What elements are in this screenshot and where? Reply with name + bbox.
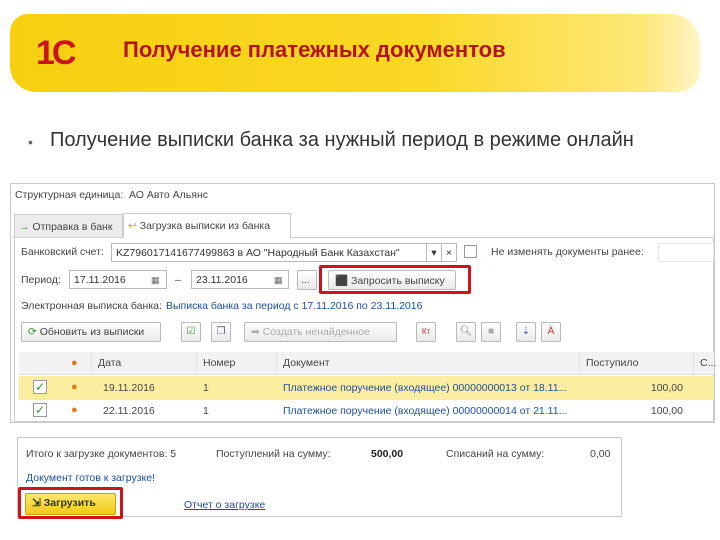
- arrow-icon: →: [19, 221, 30, 233]
- no-change-checkbox[interactable]: [464, 245, 477, 258]
- total-label: Итого к загрузке документов: 5: [26, 448, 177, 460]
- bullet-icon: •: [28, 134, 33, 150]
- row-amount: 100,00: [650, 405, 683, 417]
- table-row[interactable]: ✓ ● 22.11.2016 1 Платежное поручение (вх…: [19, 400, 714, 422]
- table-row[interactable]: ✓ ● 19.11.2016 1 Платежное поручение (вх…: [19, 376, 714, 400]
- footer-screenshot: Итого к загрузке документов: 5 Поступлен…: [17, 437, 622, 519]
- period-select-button[interactable]: ...: [297, 270, 317, 290]
- report-link[interactable]: Отчет о загрузке: [184, 499, 265, 511]
- request-icon: ⬛: [335, 275, 349, 287]
- copy-icon[interactable]: ❐: [211, 322, 231, 342]
- load-icon: ⇲: [32, 497, 41, 509]
- refresh-button[interactable]: ⟳ Обновить из выписки: [21, 322, 161, 342]
- column-received[interactable]: Поступило: [579, 352, 693, 375]
- load-button[interactable]: ⇲ Загрузить: [25, 493, 116, 515]
- dt-kt-icon[interactable]: Кт: [416, 322, 436, 342]
- period-dash: –: [175, 274, 181, 286]
- row-date: 22.11.2016: [103, 405, 155, 417]
- sort-menu-icon[interactable]: Ä: [541, 322, 561, 342]
- importance-icon: ●: [71, 404, 78, 416]
- outcome-value: 0,00: [590, 448, 611, 460]
- account-field[interactable]: KZ796017141677499863 в АО "Народный Банк…: [111, 243, 427, 262]
- estatement-label: Электронная выписка банка:: [21, 300, 162, 312]
- row-amount: 100,00: [650, 382, 683, 394]
- check-all-icon[interactable]: ☑: [181, 322, 201, 342]
- request-statement-button[interactable]: ⬛ Запросить выписку: [328, 270, 456, 290]
- calendar-icon[interactable]: ▦: [274, 275, 283, 286]
- row-number: 1: [203, 405, 209, 417]
- calendar-icon[interactable]: ▦: [151, 275, 160, 286]
- search-clear-icon[interactable]: ■: [481, 322, 501, 342]
- row-number: 1: [203, 382, 209, 394]
- create-missing-button[interactable]: ➡ Создать ненайденное: [244, 322, 397, 342]
- column-document[interactable]: Документ: [276, 352, 579, 375]
- sort-icon[interactable]: ⇣: [516, 322, 536, 342]
- refresh-icon: ⟳: [28, 326, 37, 338]
- arrow-icon: ↩: [128, 220, 137, 232]
- search-icon[interactable]: 🔍︎: [456, 322, 476, 342]
- row-date: 19.11.2016: [103, 382, 155, 394]
- no-change-label: Не изменять документы ранее:: [491, 246, 644, 258]
- row-document-link[interactable]: Платежное поручение (входящее) 000000000…: [283, 382, 567, 394]
- dropdown-icon[interactable]: ▾: [426, 243, 442, 262]
- row-document-link[interactable]: Платежное поручение (входящее) 000000000…: [283, 405, 567, 417]
- column-number[interactable]: Номер: [196, 352, 276, 375]
- account-label: Банковский счет:: [21, 246, 104, 258]
- tab-send-to-bank[interactable]: → Отправка в банк: [14, 214, 123, 238]
- no-change-date-field[interactable]: [658, 243, 714, 262]
- estatement-link[interactable]: Выписка банка за период с 17.11.2016 по …: [166, 300, 422, 312]
- bullet-text: Получение выписки банка за нужный период…: [50, 129, 634, 151]
- page-title: Получение платежных документов: [123, 37, 506, 62]
- structure-value: АО Авто Альянс: [129, 189, 208, 201]
- income-label: Поступлений на сумму:: [216, 448, 331, 460]
- importance-icon: ●: [71, 381, 78, 393]
- form-screenshot: Структурная единица: АО Авто Альянс → От…: [10, 183, 716, 423]
- clear-icon[interactable]: ×: [441, 243, 457, 262]
- table-header: ● Дата Номер Документ Поступило С...: [19, 352, 716, 375]
- ready-status: Документ готов к загрузке!: [26, 472, 155, 484]
- structure-label: Структурная единица:: [15, 189, 124, 201]
- row-checkbox[interactable]: ✓: [33, 380, 47, 394]
- statement-table: ● Дата Номер Документ Поступило С... ✓ ●…: [19, 352, 716, 422]
- column-date[interactable]: Дата: [91, 352, 196, 375]
- outcome-label: Списаний на сумму:: [446, 448, 545, 460]
- column-spent[interactable]: С...: [693, 352, 716, 375]
- row-checkbox[interactable]: ✓: [33, 403, 47, 417]
- arrow-icon: ➡: [251, 326, 260, 338]
- 1c-logo: 1С: [36, 34, 77, 72]
- income-value: 500,00: [371, 448, 404, 460]
- tab-load-statement[interactable]: ↩ Загрузка выписки из банка: [123, 213, 291, 238]
- importance-icon: ●: [71, 357, 78, 369]
- period-label: Период:: [21, 274, 61, 286]
